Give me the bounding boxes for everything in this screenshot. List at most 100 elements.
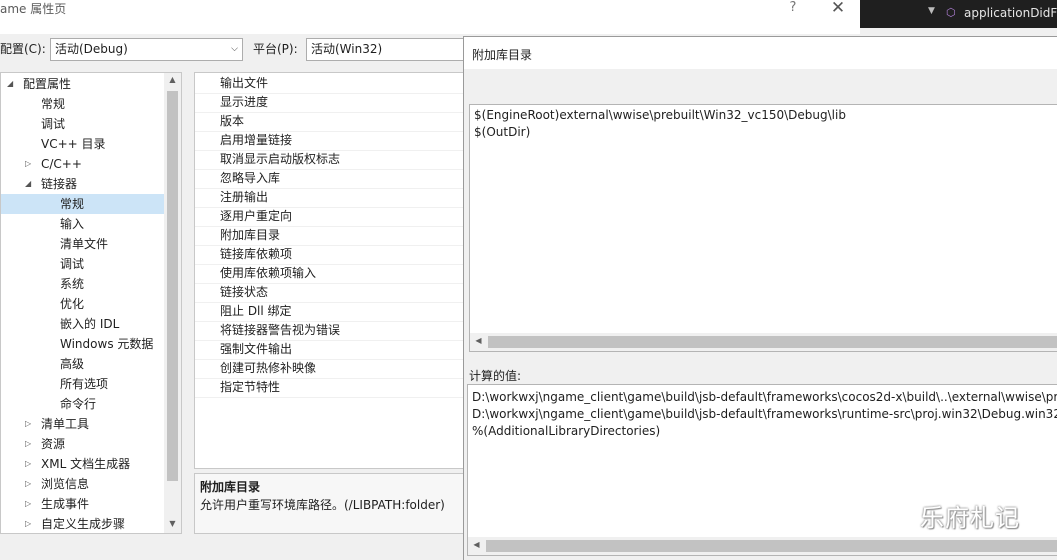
property-row[interactable]: 附加库目录 xyxy=(195,226,463,246)
property-row[interactable]: 链接状态 xyxy=(195,283,463,303)
tree-item-label: XML 文档生成器 xyxy=(41,457,131,471)
tree-item[interactable]: ▷ 资源 xyxy=(1,434,164,454)
edit-horizontal-scrollbar[interactable]: ◀ xyxy=(470,333,1057,351)
tree-item-label: 资源 xyxy=(41,437,66,451)
tree-item-label: 清单文件 xyxy=(60,237,109,251)
platform-label: 平台(P): xyxy=(253,42,298,56)
collapsed-arrow-icon[interactable]: ▷ xyxy=(25,414,31,434)
property-row[interactable]: 创建可热修补映像 xyxy=(195,359,463,379)
scroll-thumb[interactable] xyxy=(488,336,1057,348)
property-row[interactable]: 阻止 Dll 绑定 xyxy=(195,302,463,322)
tree-item[interactable]: ▷ C/C++ xyxy=(1,154,164,174)
collapsed-arrow-icon[interactable]: ▷ xyxy=(25,454,31,474)
tree-item-label: 调试 xyxy=(41,117,66,131)
property-row[interactable]: 输出文件 xyxy=(195,74,463,94)
collapsed-arrow-icon[interactable]: ▷ xyxy=(25,434,31,454)
scroll-left-icon[interactable]: ◀ xyxy=(470,336,487,345)
tree-item[interactable]: 输入 xyxy=(1,214,164,234)
property-row[interactable]: 注册输出 xyxy=(195,188,463,208)
scroll-up-icon[interactable]: ▲ xyxy=(164,75,181,84)
tree-item-label: 所有选项 xyxy=(60,377,109,391)
close-button[interactable]: ✕ xyxy=(826,0,850,18)
tree-item[interactable]: VC++ 目录 xyxy=(1,134,164,154)
tree-item[interactable]: 常规 xyxy=(1,94,164,114)
property-row[interactable]: 强制文件输出 xyxy=(195,340,463,360)
tree-item[interactable]: 高级 xyxy=(1,354,164,374)
tree-item[interactable]: 调试 xyxy=(1,254,164,274)
scroll-down-icon[interactable]: ▼ xyxy=(164,519,181,528)
directories-edit-box[interactable]: $(EngineRoot)external\wwise\prebuilt\Win… xyxy=(469,104,1057,352)
computed-horizontal-scrollbar[interactable]: ◀ xyxy=(468,537,1057,555)
property-row[interactable]: 显示进度 xyxy=(195,93,463,113)
tree-item[interactable]: ▷ 浏览信息 xyxy=(1,474,164,494)
tree-item-label: Windows 元数据 xyxy=(60,337,154,351)
property-row[interactable]: 将链接器警告视为错误 xyxy=(195,321,463,341)
scroll-thumb[interactable] xyxy=(167,91,178,481)
property-name: 启用增量链接 xyxy=(220,133,293,147)
tree-item[interactable]: ◢ 链接器 xyxy=(1,174,164,194)
property-row[interactable]: 版本 xyxy=(195,112,463,132)
tree-item[interactable]: 命令行 xyxy=(1,394,164,414)
collapsed-arrow-icon[interactable]: ▷ xyxy=(25,474,31,494)
scroll-left-icon[interactable]: ◀ xyxy=(468,540,485,549)
property-name: 取消显示启动版权标志 xyxy=(220,152,341,166)
platform-select[interactable]: 活动(Win32) xyxy=(306,38,464,61)
property-grid[interactable]: 输出文件 显示进度 版本启用增量链接取消显示启动版权标志 忽略导入库注册输出逐用户重定… xyxy=(194,72,464,469)
tree-item[interactable]: ◢ 配置属性 xyxy=(1,74,164,94)
expanded-arrow-icon[interactable]: ◢ xyxy=(25,174,31,194)
expanded-arrow-icon[interactable]: ◢ xyxy=(7,74,13,94)
property-name: 使用库依赖项输入 xyxy=(220,266,317,280)
property-row[interactable]: 启用增量链接 xyxy=(195,131,463,151)
tree-item[interactable]: 系统 xyxy=(1,274,164,294)
collapsed-arrow-icon[interactable]: ▷ xyxy=(25,494,31,514)
tree-item[interactable]: 所有选项 xyxy=(1,374,164,394)
property-tree[interactable]: ◢ 配置属性 常规 调试 VC++ 目录 ▷ C/C++ ◢ 链接器 常规 输入 清单文件 调试 系统 优化… xyxy=(0,72,182,534)
tree-item-label: 命令行 xyxy=(60,397,97,411)
property-name: 将链接器警告视为错误 xyxy=(220,323,341,337)
property-row[interactable]: 指定节特性 xyxy=(195,378,463,398)
tree-item[interactable]: ▷ 清单工具 xyxy=(1,414,164,434)
tree-item[interactable]: 清单文件 xyxy=(1,234,164,254)
tree-item[interactable]: 调试 xyxy=(1,114,164,134)
tree-item[interactable]: 优化 xyxy=(1,294,164,314)
property-name: 注册输出 xyxy=(220,190,269,204)
tree-item-label: 浏览信息 xyxy=(41,477,90,491)
config-value: 活动(Debug) xyxy=(55,42,128,56)
tree-item-label: VC++ 目录 xyxy=(41,137,106,151)
property-row[interactable]: 取消显示启动版权标志 xyxy=(195,150,463,170)
editor-tab[interactable]: applicationDidFi xyxy=(964,6,1057,20)
tree-item[interactable]: ▷ XML 文档生成器 xyxy=(1,454,164,474)
tree-item-label: 生成事件 xyxy=(41,497,90,511)
tree-item-label: 常规 xyxy=(60,197,85,211)
tree-scrollbar[interactable]: ▲ ▼ xyxy=(164,73,181,533)
property-name: 忽略导入库 xyxy=(220,171,281,185)
help-button[interactable]: ? xyxy=(782,0,804,16)
tree-item[interactable]: ▷ 自定义生成步骤 xyxy=(1,514,164,533)
tree-item[interactable]: 常规 xyxy=(1,194,164,214)
scroll-thumb[interactable] xyxy=(486,540,1057,552)
property-name: 附加库目录 xyxy=(220,228,281,242)
dialog-title-bar xyxy=(464,37,1057,69)
computed-label: 计算的值: xyxy=(469,369,522,383)
config-select[interactable]: 活动(Debug) ⌵ xyxy=(50,38,243,61)
tree-item[interactable]: 嵌入的 IDL xyxy=(1,314,164,334)
property-row[interactable]: 逐用户重定向 xyxy=(195,207,463,227)
collapsed-arrow-icon[interactable]: ▷ xyxy=(25,154,31,174)
title-bar xyxy=(0,0,860,34)
collapsed-arrow-icon[interactable]: ▷ xyxy=(25,514,31,533)
tree-item-label: 链接器 xyxy=(41,177,78,191)
chevron-down-icon[interactable]: ▼ xyxy=(928,6,938,20)
computed-line: D:\workwxj\ngame_client\game\build\jsb-d… xyxy=(472,407,1057,421)
tree-item-label: 清单工具 xyxy=(41,417,90,431)
edit-line: $(OutDir) xyxy=(474,125,531,139)
property-name: 强制文件输出 xyxy=(220,342,293,356)
method-icon: ⬡ xyxy=(946,6,956,19)
tree-item[interactable]: Windows 元数据 xyxy=(1,334,164,354)
property-row[interactable]: 链接库依赖项 xyxy=(195,245,463,265)
wechat-logo-icon xyxy=(873,501,911,529)
property-name: 版本 xyxy=(220,114,245,128)
property-row[interactable]: 使用库依赖项输入 xyxy=(195,264,463,284)
property-row[interactable]: 忽略导入库 xyxy=(195,169,463,189)
chevron-down-icon: ⌵ xyxy=(231,44,238,54)
tree-item[interactable]: ▷ 生成事件 xyxy=(1,494,164,514)
